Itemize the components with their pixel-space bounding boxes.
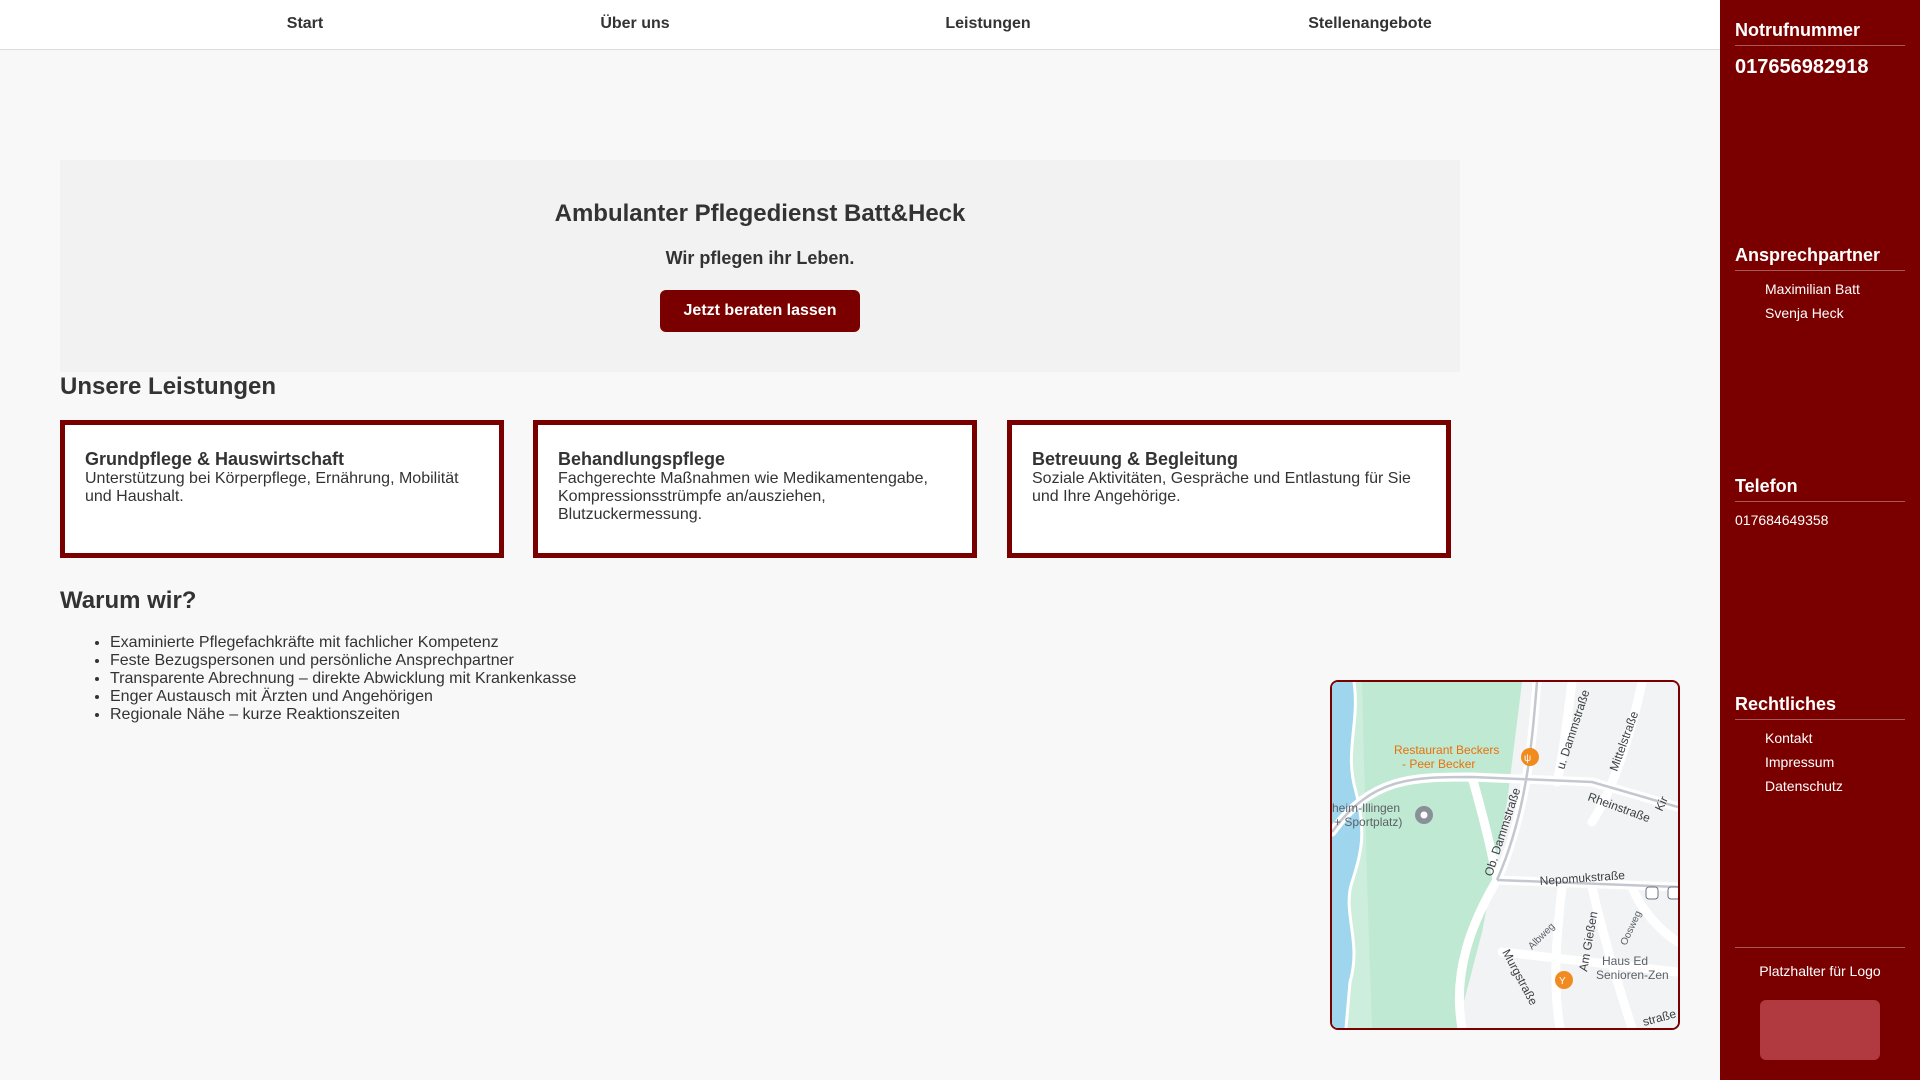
services-heading: Unsere Leistungen: [60, 373, 277, 400]
sidebar-divider: [1735, 947, 1905, 948]
contact-person-batt[interactable]: Maximilian Batt: [1765, 281, 1860, 297]
emergency-number[interactable]: 017656982918: [1735, 56, 1868, 79]
map-label: + Sportplatz): [1334, 815, 1402, 829]
nav-services[interactable]: Leistungen: [945, 15, 1030, 33]
why-list: Examinierte Pflegefachkräfte mit fachlic…: [60, 634, 576, 724]
service-card-desc: Unterstützung bei Körperpflege, Ernährun…: [85, 470, 459, 505]
service-card-desc: Fachgerechte Maßnahmen wie Medikamenteng…: [558, 470, 928, 523]
contact-person-heck[interactable]: Svenja Heck: [1765, 305, 1844, 321]
legal-heading: Rechtliches: [1735, 694, 1905, 720]
service-card-desc: Soziale Aktivitäten, Gespräche und Entla…: [1032, 470, 1411, 505]
service-card-title: Grundpflege & Hauswirtschaft: [85, 449, 345, 469]
map-label: Senioren-Zen: [1596, 968, 1669, 982]
legal-link-privacy[interactable]: Datenschutz: [1765, 778, 1843, 794]
list-item: Feste Bezugspersonen und persönliche Ans…: [110, 652, 576, 670]
map-label: Restaurant Beckers: [1394, 743, 1499, 757]
list-item: Enger Austausch mit Ärzten und Angehörig…: [110, 688, 576, 706]
hero-subtitle: Wir pflegen ihr Leben.: [665, 248, 855, 268]
service-card-companionship: Betreuung & Begleitung Soziale Aktivität…: [1007, 420, 1451, 558]
nav-jobs[interactable]: Stellenangebote: [1308, 15, 1432, 33]
service-card-title: Betreuung & Begleitung: [1032, 449, 1238, 469]
service-card-basic-care: Grundpflege & Hauswirtschaft Unterstützu…: [60, 420, 504, 558]
logo-placeholder-label: Platzhalter für Logo: [1759, 963, 1881, 979]
contact-sidebar: Notrufnummer 017656982918 Ansprechpartne…: [1720, 0, 1920, 1080]
location-map[interactable]: heim-Illingen + Sportplatz) ψ Restaurant…: [1330, 680, 1680, 1030]
phone-number[interactable]: 017684649358: [1735, 512, 1828, 528]
map-canvas: heim-Illingen + Sportplatz) ψ Restaurant…: [1332, 682, 1678, 1028]
emergency-heading: Notrufnummer: [1735, 20, 1905, 46]
consult-button[interactable]: Jetzt beraten lassen: [660, 290, 860, 332]
logo-placeholder: [1760, 1000, 1880, 1060]
list-item: Transparente Abrechnung – direkte Abwick…: [110, 670, 576, 688]
list-item: Examinierte Pflegefachkräfte mit fachlic…: [110, 634, 576, 652]
nav-start[interactable]: Start: [287, 15, 323, 33]
legal-link-imprint[interactable]: Impressum: [1765, 754, 1834, 770]
contact-heading: Ansprechpartner: [1735, 245, 1905, 271]
hero-section: Ambulanter Pflegedienst Batt&Heck Wir pf…: [60, 160, 1460, 372]
map-label: heim-Illingen: [1332, 801, 1400, 815]
phone-heading: Telefon: [1735, 476, 1905, 502]
service-card-treatment: Behandlungspflege Fachgerechte Maßnahmen…: [533, 420, 977, 558]
why-heading: Warum wir?: [60, 587, 197, 614]
list-item: Regionale Nähe – kurze Reaktionszeiten: [110, 706, 576, 724]
top-navigation: Start Über uns Leistungen Stellenangebot…: [0, 0, 1720, 50]
nav-about[interactable]: Über uns: [600, 15, 669, 33]
legal-link-contact[interactable]: Kontakt: [1765, 730, 1812, 746]
map-label: Haus Ed: [1602, 954, 1648, 968]
svg-text:Y: Y: [1559, 976, 1566, 987]
svg-text:ψ: ψ: [1524, 753, 1531, 764]
service-card-title: Behandlungspflege: [558, 449, 726, 469]
hero-title: Ambulanter Pflegedienst Batt&Heck: [554, 200, 966, 227]
map-label: - Peer Becker: [1402, 757, 1475, 771]
